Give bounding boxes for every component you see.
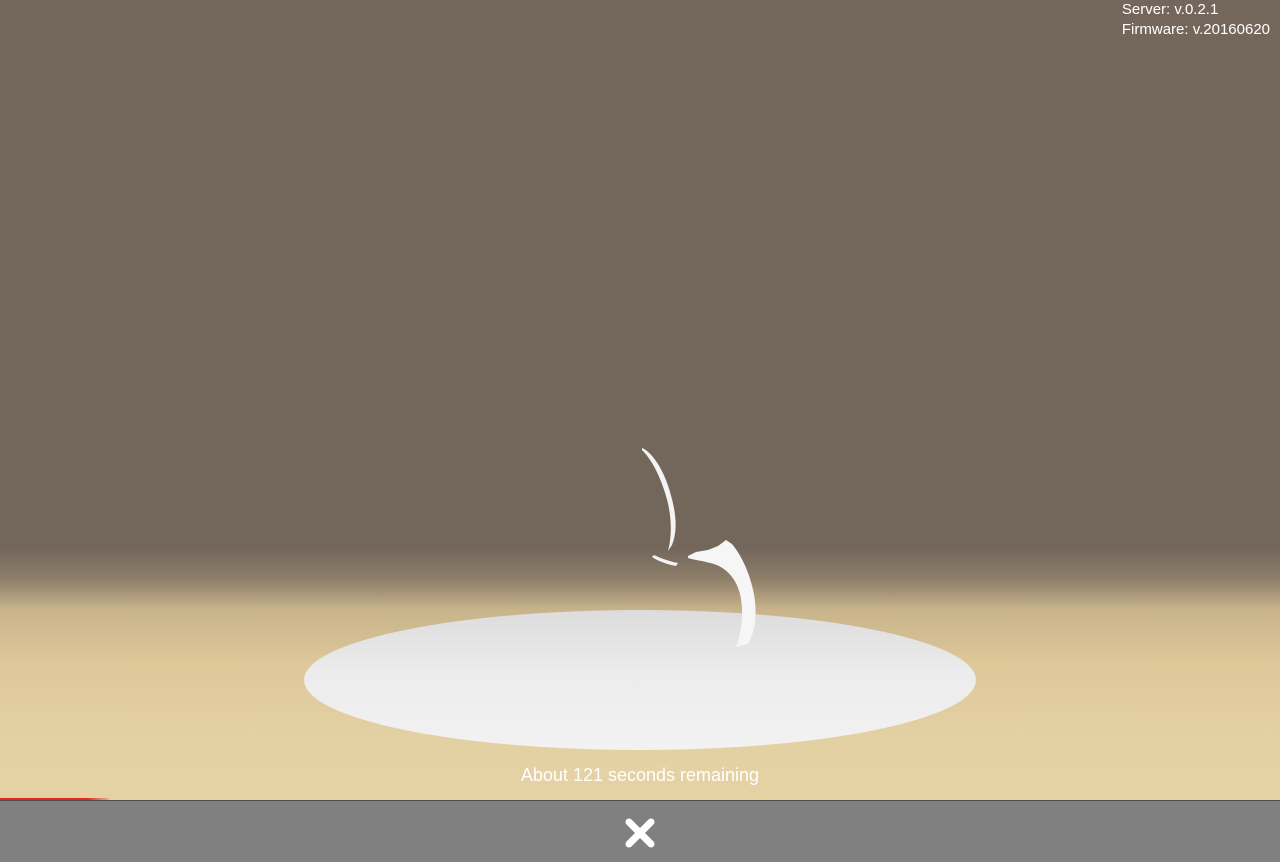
bottom-toolbar: [0, 800, 1280, 862]
time-remaining-label: About 121 seconds remaining: [520, 765, 760, 785]
close-icon: [625, 818, 655, 848]
scanned-object-upper-fragment: [642, 448, 676, 551]
scan-viewport: Server: v.0.2.1 Firmware: v.20160620 Abo…: [0, 0, 1280, 800]
scene-3d-render: [304, 448, 976, 750]
scanned-object-dot-fragment: [652, 555, 678, 566]
turntable-platform: [304, 610, 976, 750]
cancel-scan-button[interactable]: [620, 813, 660, 853]
